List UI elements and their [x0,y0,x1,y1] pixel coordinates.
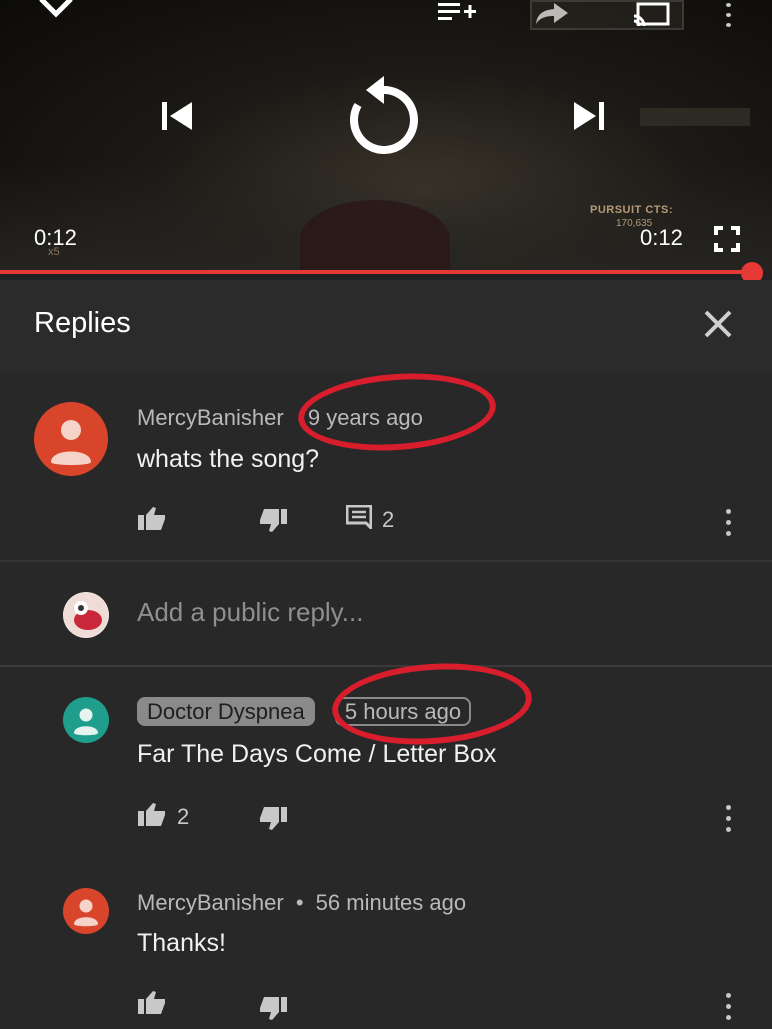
avatar [63,592,109,638]
replies-title: Replies [34,307,131,339]
divider [0,665,772,667]
comment-author[interactable]: MercyBanisher [137,405,284,430]
comment-text: Thanks! [137,929,226,957]
skip-next-icon[interactable] [570,96,610,136]
divider [0,560,772,562]
skip-previous-icon[interactable] [156,96,196,136]
thumb-up-icon [137,801,167,833]
chevron-down-icon[interactable] [36,0,76,26]
thumb-down-icon[interactable] [258,996,288,1022]
avatar[interactable] [63,888,109,934]
like-button[interactable]: 2 [137,801,189,833]
comment-text: whats the song? [137,445,320,473]
more-vert-icon[interactable] [726,802,731,835]
duration-time: 0:12 [640,225,683,250]
more-vert-icon[interactable] [726,990,731,1023]
cast-icon[interactable] [530,0,684,30]
more-vert-icon[interactable] [720,0,736,30]
comment-author[interactable]: MercyBanisher [137,890,284,915]
reply-count: 2 [382,507,395,532]
video-player[interactable]: PURSUIT CTS: 170,635 x5 0:12 0:12 [0,0,772,272]
comment-text: Far The Days Come / Letter Box [137,740,497,768]
progress-bar[interactable] [0,270,756,274]
add-to-queue-icon[interactable] [434,0,480,26]
replay-icon[interactable] [344,72,424,156]
meta-separator: • [295,890,304,915]
thumb-up-icon[interactable] [137,505,167,531]
comment-author-badge[interactable]: Doctor Dyspnea [137,697,315,726]
comment-icon [345,504,373,535]
reply-count-button[interactable]: 2 [345,504,395,535]
video-frame-sign [640,108,750,126]
avatar[interactable] [63,697,109,743]
comment-time: 56 minutes ago [315,890,467,915]
thumb-down-icon[interactable] [258,508,288,534]
close-icon[interactable] [700,306,736,342]
avatar[interactable] [34,402,108,476]
thumb-down-icon[interactable] [258,806,288,832]
video-frame-car [300,200,450,272]
current-time: 0:12 [34,225,77,250]
hud-pursuit-label: PURSUIT CTS: [590,204,673,216]
fullscreen-icon[interactable] [712,224,742,254]
like-count: 2 [177,804,190,829]
more-vert-icon[interactable] [726,506,731,539]
thumb-up-icon[interactable] [137,989,167,1015]
reply-input[interactable]: Add a public reply... [137,597,363,628]
